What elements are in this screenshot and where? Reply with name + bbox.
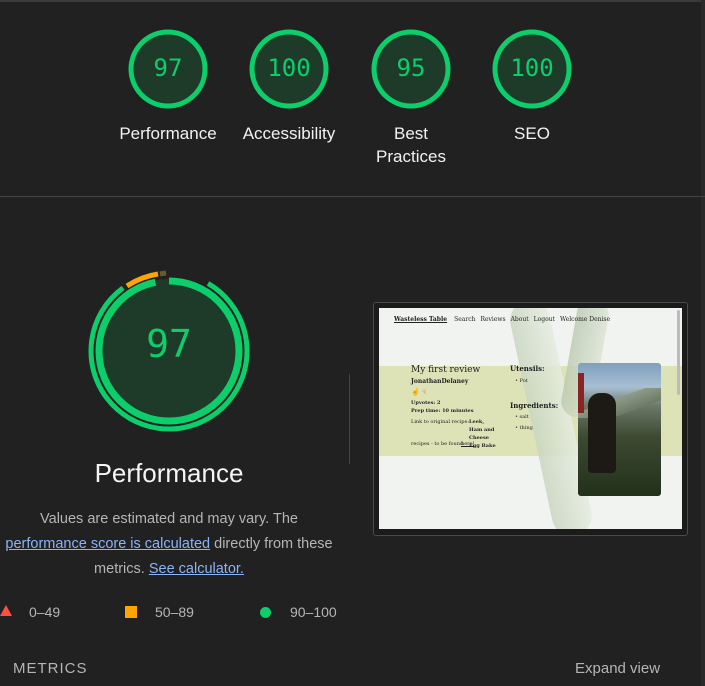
- section-divider: [0, 196, 705, 197]
- flag-shape: [578, 373, 584, 413]
- thumb-nav-item: Search: [454, 316, 476, 323]
- gauge-performance[interactable]: 97 Performance: [113, 28, 223, 145]
- thumb-author: JonathanDelaney: [411, 378, 469, 385]
- thumb-link-label: Link to original recipe:: [411, 419, 470, 425]
- see-calculator-link[interactable]: See calculator.: [149, 561, 244, 577]
- average-square-icon: [125, 606, 137, 618]
- person-silhouette: [588, 393, 616, 473]
- vertical-separator: [349, 374, 350, 464]
- thumb-scrollbar: [677, 310, 680, 395]
- metrics-heading: METRICS: [13, 660, 88, 677]
- gauge-label: Best Practices: [376, 124, 446, 166]
- score-calculated-link[interactable]: performance score is calculated: [5, 536, 210, 552]
- top-border: [0, 0, 705, 2]
- thumb-vote-icons: ☝ ☟: [411, 388, 427, 396]
- thumb-nav: Wasteless Table Search Reviews About Logout W…: [394, 316, 615, 323]
- legend-fail: 0–49: [29, 604, 61, 620]
- gauge-best-practices[interactable]: 95 Best Practices: [356, 28, 466, 168]
- gauge-accessibility[interactable]: 100 Accessibility: [234, 28, 344, 145]
- thumb-prep: Prep time: 10 minutes: [411, 408, 474, 414]
- gauge-label: SEO: [514, 124, 550, 143]
- legend-pass: 90–100: [290, 604, 337, 620]
- gauge-score: 95: [396, 54, 426, 82]
- thumb-nav-item: About: [510, 316, 529, 323]
- fail-triangle-icon: [0, 605, 12, 616]
- thumb-ingredients-heading: Ingredients:: [510, 401, 559, 410]
- thumb-here-link: here!: [461, 441, 475, 447]
- thumb-review-title: My first review: [411, 365, 481, 375]
- gauge-score: 97: [153, 54, 183, 82]
- gauge-score: 100: [267, 54, 311, 82]
- desc-text: directly from these: [214, 536, 333, 552]
- thumb-mountain-photo: [578, 363, 661, 496]
- thumb-ingredient-item: • salt: [515, 414, 529, 420]
- gauge-label: Accessibility: [242, 124, 336, 143]
- final-screenshot: Wasteless Table Search Reviews About Logout W…: [379, 308, 682, 529]
- performance-title: Performance: [94, 458, 244, 488]
- thumb-brand: Wasteless Table: [394, 316, 448, 323]
- pass-circle-icon: [260, 607, 271, 618]
- legend-average: 50–89: [155, 604, 194, 620]
- desc-text: Values are estimated and may vary. The: [40, 511, 298, 527]
- thumb-upvotes: Upvotes: 2: [411, 400, 441, 406]
- gauge-label: Performance: [119, 124, 217, 143]
- thumb-utensil-item: • Pot: [515, 378, 528, 384]
- performance-score: 97: [146, 322, 192, 366]
- thumb-recipe-suffix: recipes - to be found: [411, 441, 464, 447]
- thumb-nav-item: Welcome Denise: [559, 316, 611, 323]
- desc-text: metrics.: [94, 561, 145, 577]
- gauge-score: 100: [510, 54, 554, 82]
- gauge-seo[interactable]: 100 SEO: [477, 28, 587, 145]
- thumb-nav-item: Logout: [533, 316, 555, 323]
- page-scrollbar[interactable]: [701, 0, 705, 686]
- thumb-utensils-heading: Utensils:: [510, 364, 545, 373]
- performance-description: Values are estimated and may vary. The p…: [0, 507, 338, 582]
- expand-view-button[interactable]: Expand view: [575, 660, 660, 677]
- thumb-ingredient-item: • thing: [515, 425, 533, 431]
- thumb-nav-item: Reviews: [480, 316, 506, 323]
